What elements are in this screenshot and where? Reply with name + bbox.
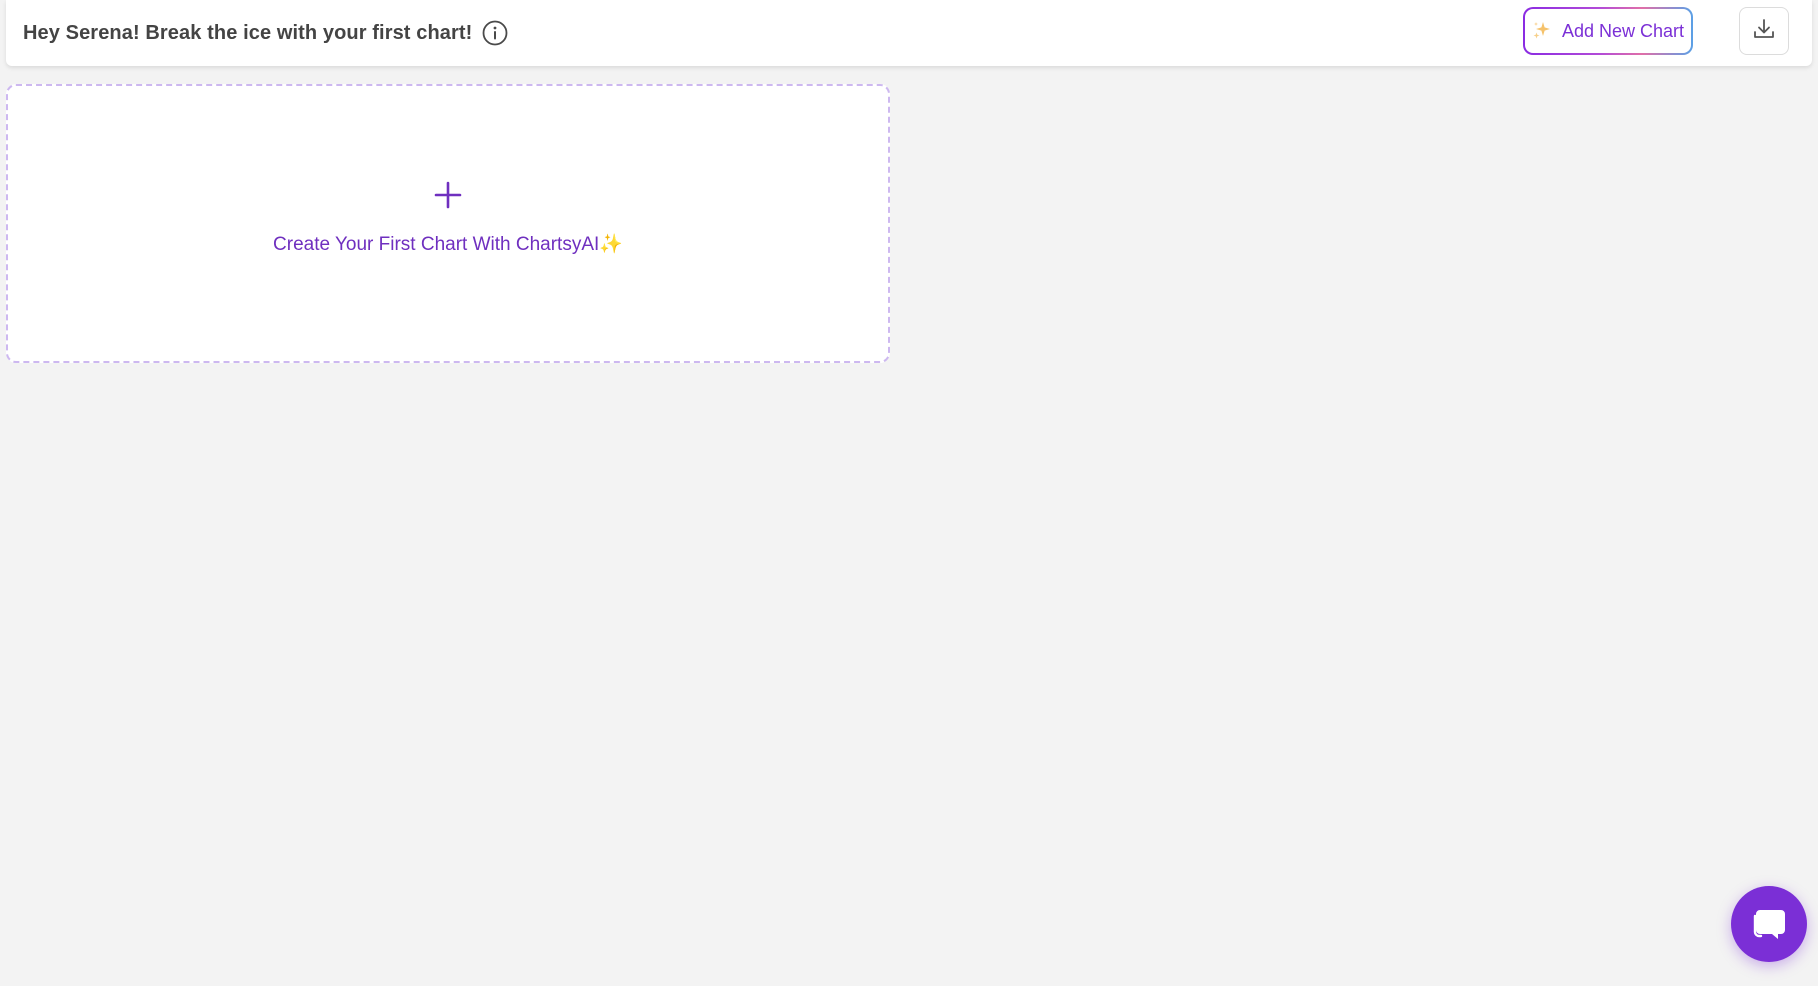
download-button[interactable] xyxy=(1739,7,1789,55)
app-root: Hey Serena! Break the ice with your firs… xyxy=(0,0,1818,986)
sparkle-icon xyxy=(1532,20,1552,43)
add-new-chart-button[interactable]: Add New Chart xyxy=(1523,7,1693,55)
top-bar: Hey Serena! Break the ice with your firs… xyxy=(6,0,1812,66)
info-circle-icon[interactable] xyxy=(481,19,509,47)
create-first-chart-label: Create Your First Chart With ChartsyAI✨ xyxy=(273,233,623,255)
create-first-chart-card[interactable]: Create Your First Chart With ChartsyAI✨ xyxy=(6,84,890,363)
add-new-chart-label: Add New Chart xyxy=(1561,20,1685,41)
download-icon xyxy=(1752,17,1776,46)
sparkle-emoji: ✨ xyxy=(599,233,623,255)
greeting-text: Hey Serena! Break the ice with your firs… xyxy=(23,21,473,44)
chat-icon xyxy=(1748,901,1790,948)
chat-launcher-button[interactable] xyxy=(1731,886,1807,962)
plus-icon xyxy=(433,180,463,210)
